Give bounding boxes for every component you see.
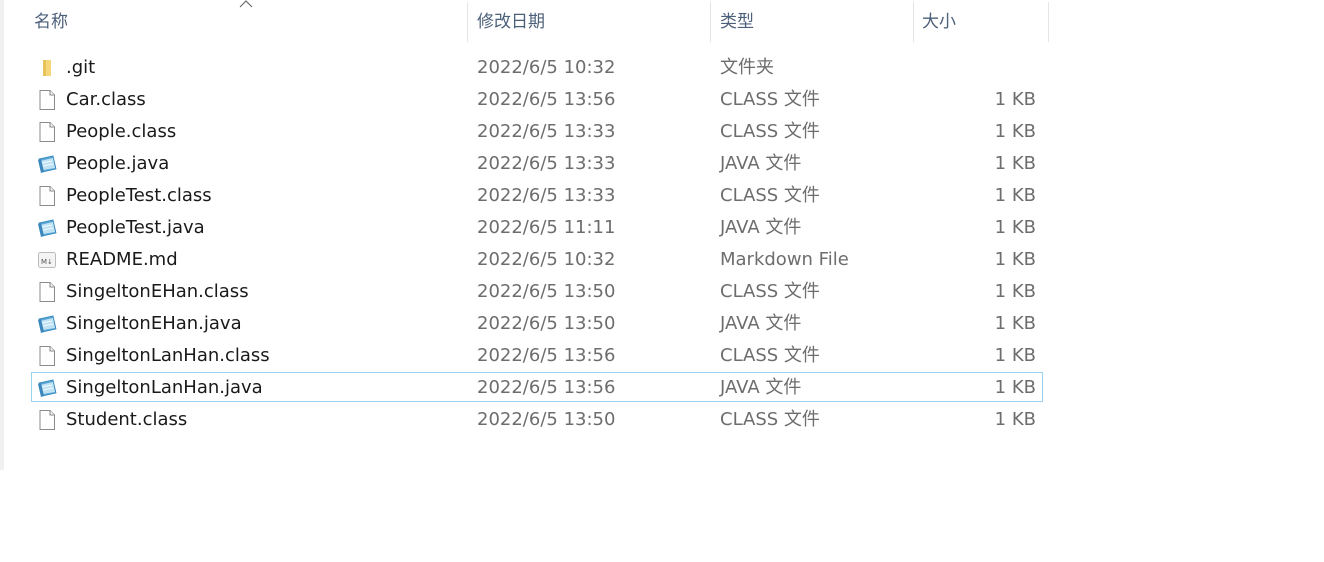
file-size: 1 KB: [994, 89, 1036, 110]
file-icon: [36, 185, 58, 207]
file-modified-date: 2022/6/5 13:50: [477, 409, 616, 430]
column-size-label: 大小: [922, 12, 956, 32]
column-divider[interactable]: [467, 2, 468, 42]
column-type-label: 类型: [720, 12, 754, 32]
file-size: 1 KB: [994, 281, 1036, 302]
file-row[interactable]: Student.class 2022/6/5 13:50 CLASS 文件 1 KB: [31, 404, 1043, 434]
file-modified-date: 2022/6/5 13:50: [477, 281, 616, 302]
file-modified-date: 2022/6/5 10:32: [477, 57, 616, 78]
file-type: CLASS 文件: [720, 409, 820, 430]
file-icon: [36, 89, 58, 111]
file-name: SingeltonEHan.class: [66, 281, 249, 302]
file-name: People.class: [66, 121, 177, 142]
file-row[interactable]: Car.class 2022/6/5 13:56 CLASS 文件 1 KB: [31, 84, 1043, 114]
file-modified-date: 2022/6/5 13:33: [477, 185, 616, 206]
file-size: 1 KB: [994, 121, 1036, 142]
column-divider[interactable]: [1048, 2, 1049, 42]
file-type: Markdown File: [720, 249, 849, 270]
folder-icon: [36, 57, 58, 79]
file-name: README.md: [66, 249, 178, 270]
column-header-date[interactable]: 修改日期: [477, 0, 707, 44]
file-size: 1 KB: [994, 409, 1036, 430]
file-name: Student.class: [66, 409, 188, 430]
file-row[interactable]: PeopleTest.java 2022/6/5 11:11 JAVA 文件 1 KB: [31, 212, 1043, 242]
file-row[interactable]: People.java 2022/6/5 13:33 JAVA 文件 1 KB: [31, 148, 1043, 178]
file-size: 1 KB: [994, 153, 1036, 174]
column-date-label: 修改日期: [477, 12, 545, 32]
file-modified-date: 2022/6/5 13:56: [477, 89, 616, 110]
file-row[interactable]: People.class 2022/6/5 13:33 CLASS 文件 1 KB: [31, 116, 1043, 146]
file-row[interactable]: M↓ README.md 2022/6/5 10:32 Markdown File 1 …: [31, 244, 1043, 274]
file-list: 名称 修改日期 类型 大小 .git 2022/6/5 10:32 文件夹 Car.c…: [0, 0, 1324, 562]
file-size: 1 KB: [994, 313, 1036, 334]
file-modified-date: 2022/6/5 13:33: [477, 121, 616, 142]
file-row[interactable]: PeopleTest.class 2022/6/5 13:33 CLASS 文件 1 …: [31, 180, 1043, 210]
file-type: CLASS 文件: [720, 121, 820, 142]
java-file-icon: [36, 313, 58, 335]
file-modified-date: 2022/6/5 11:11: [477, 217, 616, 238]
file-size: 1 KB: [994, 249, 1036, 270]
file-icon: [36, 281, 58, 303]
file-type: CLASS 文件: [720, 345, 820, 366]
file-modified-date: 2022/6/5 13:56: [477, 377, 616, 398]
java-file-icon: [36, 217, 58, 239]
sort-ascending-icon: [239, 0, 253, 8]
file-row[interactable]: SingeltonLanHan.java 2022/6/5 13:56 JAVA 文…: [31, 372, 1043, 402]
file-icon: [36, 121, 58, 143]
file-row[interactable]: SingeltonLanHan.class 2022/6/5 13:56 CLASS…: [31, 340, 1043, 370]
file-type: CLASS 文件: [720, 281, 820, 302]
file-row[interactable]: SingeltonEHan.java 2022/6/5 13:50 JAVA 文件 1…: [31, 308, 1043, 338]
file-row[interactable]: SingeltonEHan.class 2022/6/5 13:50 CLASS 文…: [31, 276, 1043, 306]
column-header-size[interactable]: 大小: [922, 0, 1042, 44]
file-icon: [36, 409, 58, 431]
file-modified-date: 2022/6/5 10:32: [477, 249, 616, 270]
file-type: JAVA 文件: [720, 153, 802, 174]
svg-text:M↓: M↓: [41, 258, 53, 266]
file-name: SingeltonLanHan.class: [66, 345, 270, 366]
file-type: JAVA 文件: [720, 377, 802, 398]
file-modified-date: 2022/6/5 13:50: [477, 313, 616, 334]
file-modified-date: 2022/6/5 13:33: [477, 153, 616, 174]
column-divider[interactable]: [710, 2, 711, 42]
file-size: 1 KB: [994, 377, 1036, 398]
file-type: JAVA 文件: [720, 217, 802, 238]
file-name: People.java: [66, 153, 170, 174]
file-name: Car.class: [66, 89, 146, 110]
file-name: PeopleTest.java: [66, 217, 205, 238]
file-type: CLASS 文件: [720, 89, 820, 110]
file-name: PeopleTest.class: [66, 185, 212, 206]
column-divider[interactable]: [913, 2, 914, 42]
file-name: .git: [66, 57, 96, 78]
java-file-icon: [36, 153, 58, 175]
file-type: JAVA 文件: [720, 313, 802, 334]
file-row[interactable]: .git 2022/6/5 10:32 文件夹: [31, 52, 1043, 82]
file-icon: [36, 345, 58, 367]
file-modified-date: 2022/6/5 13:56: [477, 345, 616, 366]
file-name: SingeltonLanHan.java: [66, 377, 263, 398]
file-size: 1 KB: [994, 217, 1036, 238]
column-header: 名称 修改日期 类型 大小: [0, 0, 1050, 44]
column-name-label: 名称: [34, 12, 68, 32]
file-name: SingeltonEHan.java: [66, 313, 242, 334]
file-size: 1 KB: [994, 345, 1036, 366]
file-size: 1 KB: [994, 185, 1036, 206]
markdown-file-icon: M↓: [36, 249, 58, 271]
java-file-icon: [36, 377, 58, 399]
file-type: 文件夹: [720, 57, 774, 78]
column-header-type[interactable]: 类型: [720, 0, 910, 44]
file-type: CLASS 文件: [720, 185, 820, 206]
